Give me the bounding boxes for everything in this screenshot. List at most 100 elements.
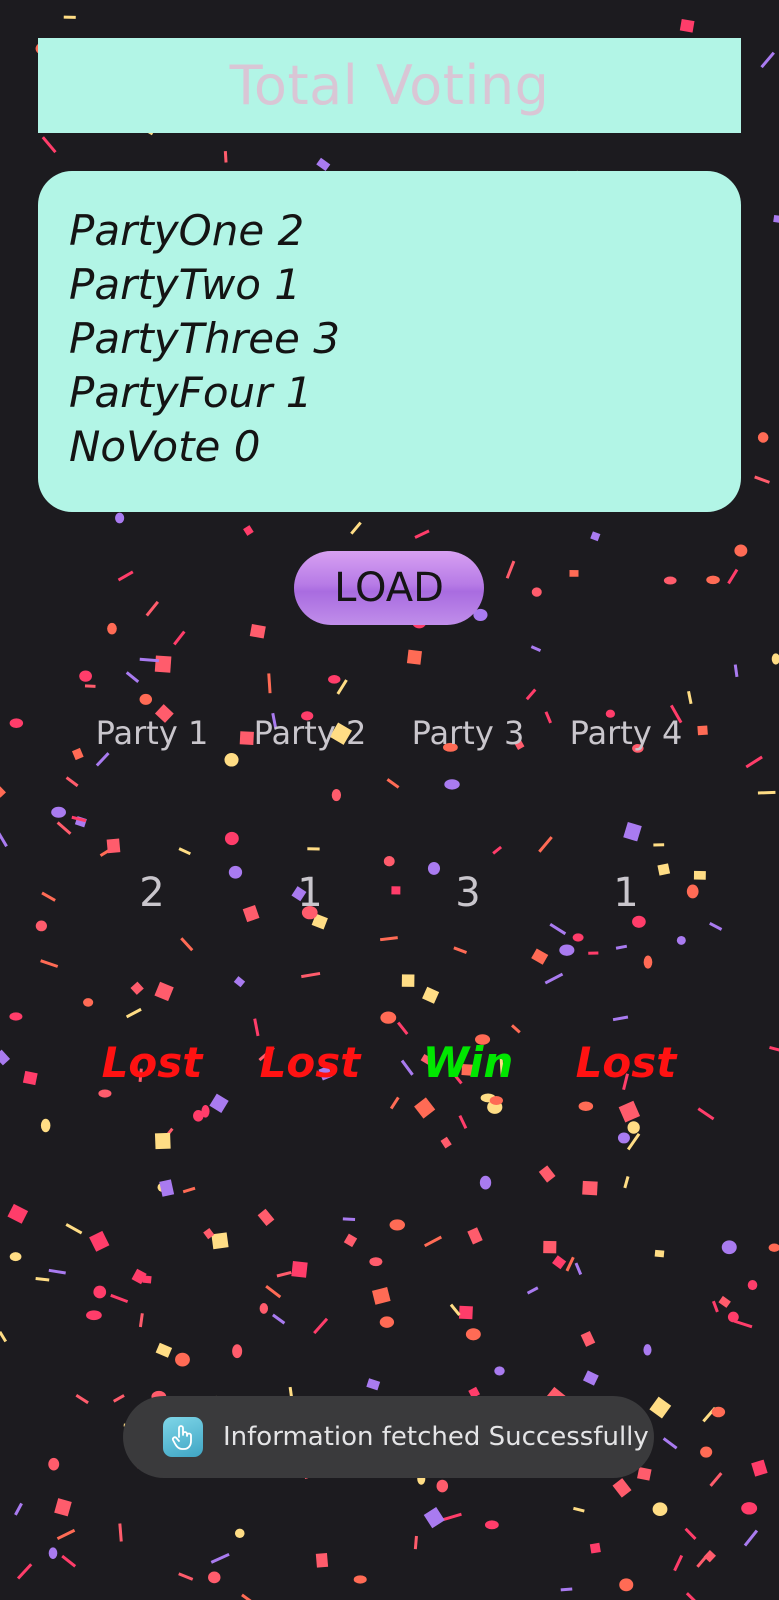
confetti-piece <box>643 1344 652 1356</box>
confetti-piece <box>379 1316 395 1328</box>
confetti-piece <box>582 1180 598 1196</box>
confetti-piece <box>440 1136 452 1149</box>
confetti-piece <box>93 1285 107 1299</box>
page-title: Total Voting <box>229 54 550 117</box>
confetti-piece <box>526 1286 539 1295</box>
confetti-piece <box>709 922 723 931</box>
confetti-piece <box>203 1227 215 1240</box>
result-line-party-three: PartyThree 3 <box>69 314 340 363</box>
party-4-count: 1 <box>613 870 639 916</box>
confetti-piece <box>79 670 92 682</box>
confetti-piece <box>492 845 503 855</box>
confetti-piece <box>106 838 121 854</box>
confetti-piece <box>662 1437 678 1450</box>
confetti-piece <box>697 1107 715 1121</box>
confetti-piece <box>389 1219 405 1231</box>
confetti-piece <box>711 1300 719 1313</box>
confetti-piece <box>51 806 66 818</box>
confetti-piece <box>155 1342 173 1358</box>
result-line-party-four: PartyFour 1 <box>69 368 313 417</box>
vote-count-row: 2 1 3 1 <box>0 863 779 923</box>
confetti-piece <box>727 568 739 585</box>
confetti-piece <box>711 1406 726 1418</box>
confetti-piece <box>84 684 96 688</box>
confetti-piece <box>649 1396 672 1419</box>
confetti-piece <box>627 1121 640 1134</box>
confetti-piece <box>436 1479 449 1493</box>
confetti-piece <box>234 1528 245 1539</box>
confetti-piece <box>771 653 779 665</box>
confetti-piece <box>61 1554 77 1568</box>
confetti-piece <box>371 1287 391 1305</box>
party-2-result: Lost <box>259 1037 361 1087</box>
confetti-piece <box>211 1232 229 1250</box>
confetti-piece <box>572 933 584 942</box>
confetti-piece <box>74 816 87 828</box>
party-2-label: Party 2 <box>253 714 367 752</box>
confetti-piece <box>182 1186 196 1194</box>
confetti-piece <box>154 655 172 673</box>
confetti-piece <box>178 847 191 856</box>
confetti-piece <box>465 1328 481 1341</box>
confetti-piece <box>654 1249 665 1258</box>
confetti-piece <box>272 1313 286 1325</box>
confetti-piece <box>41 136 57 154</box>
confetti-piece <box>315 1552 329 1568</box>
party-1-label: Party 1 <box>95 714 209 752</box>
confetti-piece <box>83 998 94 1007</box>
confetti-piece <box>741 1502 758 1515</box>
confetti-piece <box>414 529 430 539</box>
confetti-piece <box>107 622 117 635</box>
confetti-piece <box>180 937 194 952</box>
confetti-piece <box>623 1176 630 1189</box>
confetti-piece <box>40 959 59 968</box>
confetti-piece <box>643 955 653 969</box>
confetti-piece <box>71 815 87 823</box>
confetti-piece <box>379 936 398 942</box>
confetti-piece <box>313 1317 329 1335</box>
confetti-piece <box>154 1132 171 1150</box>
confetti-piece <box>117 570 134 582</box>
confetti-piece <box>159 1179 175 1197</box>
load-button[interactable]: LOAD <box>294 551 484 625</box>
confetti-piece <box>65 1223 83 1235</box>
party-4-label: Party 4 <box>569 714 683 752</box>
confetti-piece <box>401 974 415 987</box>
confetti-piece <box>543 1240 557 1254</box>
confetti-piece <box>118 1523 123 1542</box>
result-line-party-two: PartyTwo 1 <box>69 260 302 309</box>
confetti-piece <box>336 679 348 695</box>
confetti-piece <box>233 976 246 988</box>
confetti-piece <box>653 843 665 847</box>
confetti-piece <box>580 1330 596 1347</box>
confetti-piece <box>0 1331 8 1343</box>
confetti-piece <box>328 675 341 684</box>
confetti-piece <box>48 1268 66 1275</box>
confetti-piece <box>734 544 748 557</box>
confetti-piece <box>210 1552 230 1564</box>
confetti-piece <box>331 788 342 802</box>
confetti-piece <box>721 1240 737 1255</box>
confetti-piece <box>56 1528 76 1541</box>
confetti-piece <box>494 1366 505 1376</box>
confetti-piece <box>549 922 567 936</box>
confetti-piece <box>369 1257 383 1267</box>
confetti-piece <box>232 1344 243 1359</box>
confetti-piece <box>531 587 542 597</box>
confetti-piece <box>259 1303 269 1314</box>
confetti-piece <box>590 531 601 542</box>
confetti-piece <box>751 1459 768 1477</box>
confetti-piece <box>618 1100 641 1123</box>
confetti-piece <box>706 575 720 585</box>
confetti-piece <box>267 673 272 694</box>
confetti-piece <box>538 836 553 853</box>
confetti-piece <box>773 214 779 224</box>
confetti-piece <box>406 649 422 665</box>
confetti-piece <box>9 1012 23 1021</box>
confetti-piece <box>754 475 770 484</box>
outcome-row: Lost Lost Win Lost <box>0 1032 779 1092</box>
confetti-piece <box>139 657 160 663</box>
confetti-piece <box>142 1275 152 1284</box>
confetti-piece <box>48 1457 60 1471</box>
confetti-piece <box>709 1472 723 1487</box>
